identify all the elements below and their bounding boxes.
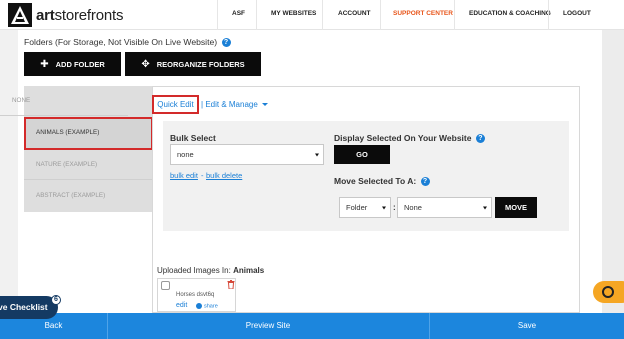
folder-item-animals[interactable]: ANIMALS (EXAMPLE): [24, 117, 153, 150]
bulk-select-value: none: [177, 150, 194, 159]
image-share-label: share: [204, 303, 218, 310]
checklist-count-badge: 6: [51, 295, 61, 305]
image-select-checkbox[interactable]: [161, 281, 170, 290]
help-icon[interactable]: ?: [420, 177, 430, 187]
reorganize-folders-label: REORGANIZE FOLDERS: [156, 59, 245, 69]
uploaded-images-prefix: Uploaded Images In:: [157, 266, 231, 275]
right-gutter: [602, 30, 624, 313]
go-button[interactable]: GO: [334, 145, 390, 164]
trash-icon[interactable]: [227, 280, 235, 289]
display-selected-heading: Display Selected On Your Website ?: [334, 133, 485, 144]
add-folder-button[interactable]: ✚ ADD FOLDER: [24, 52, 121, 76]
chat-icon: [602, 286, 614, 298]
move-selected-label: Move Selected To A:: [334, 176, 417, 186]
folders-heading: Folders (For Storage, Not Visible On Liv…: [24, 37, 231, 48]
reorganize-folders-button[interactable]: ✥ REORGANIZE FOLDERS: [125, 52, 261, 76]
top-navigation: artstorefronts ASF MY WEBSITES ACCOUNT S…: [0, 0, 624, 30]
help-icon[interactable]: ?: [221, 38, 231, 48]
nav-support-center[interactable]: SUPPORT CENTER: [393, 10, 453, 17]
bulk-link-separator: -: [201, 171, 204, 180]
nav-logout[interactable]: LOGOUT: [563, 10, 591, 17]
folder-item-abstract[interactable]: ABSTRACT (EXAMPLE): [24, 181, 152, 211]
move-type-value: Folder: [346, 203, 368, 212]
image-name: Horses dsvt6q: [176, 292, 215, 298]
brand-name: artstorefronts: [36, 6, 124, 24]
nav-divider: [548, 0, 549, 30]
dropdown-arrow-icon: [483, 206, 487, 209]
image-share-link[interactable]: share: [196, 303, 218, 309]
dropdown-arrow-icon: [315, 153, 319, 156]
checklist-button[interactable]: ve Checklist: [0, 296, 58, 319]
uploaded-images-heading: Uploaded Images In: Animals: [157, 266, 264, 275]
tab-separator: |: [201, 100, 204, 109]
add-folder-label: ADD FOLDER: [55, 59, 105, 69]
bulk-edit-link[interactable]: bulk edit: [170, 171, 198, 180]
plus-icon: ✚: [40, 58, 49, 70]
share-icon: [196, 303, 202, 309]
nav-asf[interactable]: ASF: [232, 10, 245, 17]
nav-divider: [380, 0, 381, 30]
chevron-down-icon: [262, 103, 269, 107]
bulk-select-dropdown[interactable]: none: [170, 144, 324, 165]
help-icon[interactable]: ?: [475, 134, 485, 144]
logo-mark-icon: [8, 3, 32, 27]
move-colon: :: [393, 203, 396, 212]
folder-item-nature[interactable]: NATURE (EXAMPLE): [24, 150, 152, 180]
move-button[interactable]: MOVE: [495, 197, 537, 218]
folders-title-text: Folders (For Storage, Not Visible On Liv…: [24, 37, 218, 47]
nav-divider: [256, 0, 257, 30]
folder-item-none[interactable]: NONE: [0, 86, 128, 116]
nav-my-websites[interactable]: MY WEBSITES: [271, 10, 316, 17]
move-arrows-icon: ✥: [141, 58, 150, 70]
move-target-value: None: [404, 203, 422, 212]
nav-account[interactable]: ACCOUNT: [338, 10, 371, 17]
nav-education-coaching[interactable]: EDUCATION & COACHING: [469, 10, 551, 17]
checklist-label: ve Checklist: [0, 302, 48, 312]
display-selected-label: Display Selected On Your Website: [334, 133, 472, 143]
move-selected-heading: Move Selected To A: ?: [334, 176, 430, 187]
tab-edit-manage[interactable]: | Edit & Manage: [201, 100, 269, 109]
bulk-delete-link[interactable]: bulk delete: [206, 171, 242, 180]
uploaded-folder-name: Animals: [233, 266, 265, 275]
nav-divider: [322, 0, 323, 30]
preview-site-button[interactable]: Preview Site: [107, 313, 429, 339]
edit-manage-label: Edit & Manage: [205, 100, 258, 109]
nav-divider: [217, 0, 218, 30]
bulk-select-label: Bulk Select: [170, 133, 216, 143]
brand-logo[interactable]: artstorefronts: [8, 3, 123, 27]
tab-quick-edit[interactable]: Quick Edit: [152, 95, 199, 114]
nav-divider: [454, 0, 455, 30]
move-type-dropdown[interactable]: Folder: [339, 197, 391, 218]
image-edit-link[interactable]: edit: [176, 302, 187, 309]
save-button[interactable]: Save: [430, 313, 624, 339]
dropdown-arrow-icon: [382, 206, 386, 209]
move-target-dropdown[interactable]: None: [397, 197, 492, 218]
